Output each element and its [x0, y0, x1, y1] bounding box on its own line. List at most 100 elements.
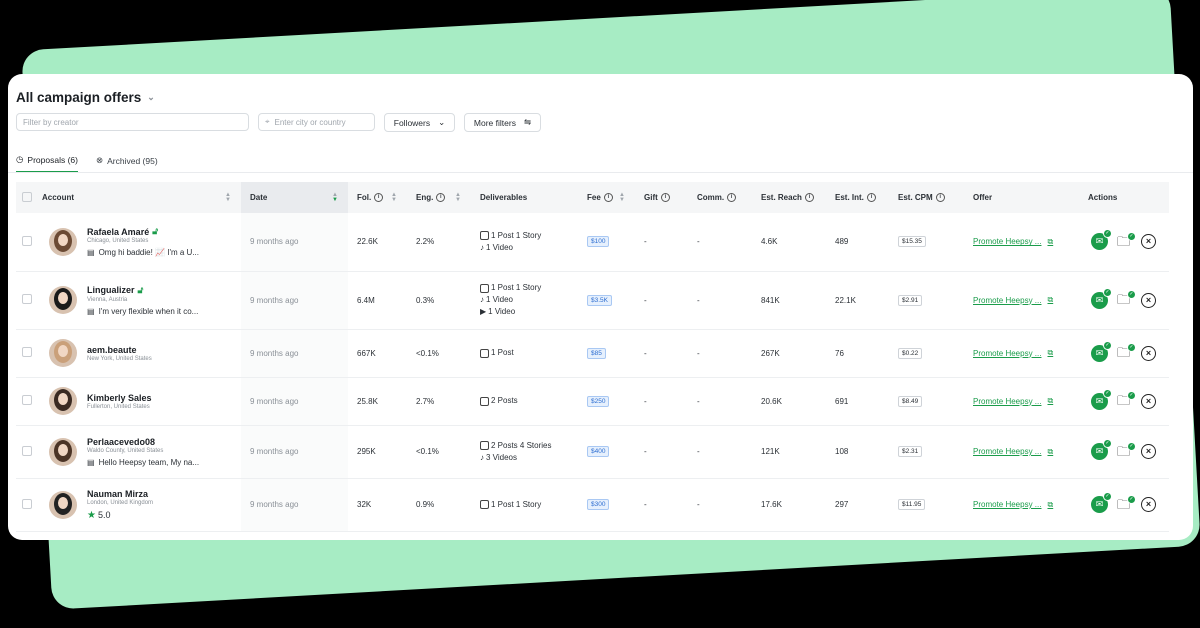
offer-link[interactable]: Promote Heepsy ... ⧉ — [964, 295, 1074, 305]
account-name[interactable]: Perlaacevedo08 — [87, 437, 199, 447]
row-checkbox[interactable] — [22, 445, 32, 456]
commission-cell: - — [688, 271, 752, 330]
info-icon[interactable]: i — [935, 193, 945, 202]
interactions-value: 297 — [835, 500, 849, 509]
col-account[interactable]: Account ▲ ▼ — [42, 182, 241, 213]
avatar[interactable] — [49, 286, 77, 314]
tab-proposals-label: Proposals (6) — [27, 154, 78, 165]
info-icon[interactable]: i — [804, 193, 814, 202]
message-preview[interactable]: ▤ Hello Heepsy team, My na... — [87, 458, 199, 467]
info-icon[interactable]: i — [374, 193, 384, 202]
decline-button[interactable]: × — [1141, 393, 1156, 409]
followers-value: 295K — [357, 447, 376, 456]
select-all-checkbox[interactable] — [22, 191, 32, 202]
offer-link[interactable]: Promote Heepsy ... ⧉ — [964, 348, 1074, 358]
col-date[interactable]: Date ▲ ▼ — [241, 182, 348, 213]
fee-cell: $85 — [578, 329, 635, 378]
decline-button[interactable]: × — [1141, 292, 1156, 308]
message-preview[interactable]: ▤ Omg hi baddie! 📈 I'm a U... — [87, 248, 199, 257]
account-name[interactable]: Nauman Mirza — [87, 489, 153, 499]
external-link-icon[interactable]: ⧉ — [1047, 237, 1053, 247]
decline-button[interactable]: × — [1141, 345, 1156, 361]
avatar[interactable] — [49, 437, 77, 466]
sort-icon[interactable]: ▲ ▼ — [225, 192, 231, 203]
engagement-cell: 2.2% — [407, 213, 471, 272]
commission-value: - — [697, 348, 700, 358]
external-link-icon[interactable]: ⧉ — [1047, 348, 1053, 358]
info-icon[interactable]: i — [660, 193, 670, 202]
table-row[interactable]: Rafaela Amaré 🔓︎ Chicago, United States ▤ O… — [16, 213, 1169, 272]
info-icon[interactable]: i — [866, 193, 876, 202]
avatar[interactable] — [49, 227, 77, 256]
offer-link[interactable]: Promote Heepsy ... ⧉ — [964, 500, 1074, 510]
chevron-down-icon[interactable]: ⌄ — [147, 92, 155, 103]
decline-button[interactable]: × — [1141, 234, 1156, 250]
account-name[interactable]: Lingualizer 🔓︎ — [87, 285, 198, 296]
account-name[interactable]: Kimberly Sales — [87, 393, 152, 403]
external-link-icon[interactable]: ⧉ — [1047, 500, 1053, 510]
offer-link[interactable]: Promote Heepsy ... ⧉ — [964, 447, 1074, 457]
send-message-button[interactable]: ✉ ✓ — [1091, 439, 1112, 460]
actions-cell: ✉ ✓ 🗀︎ ✓ × — [1074, 478, 1169, 532]
col-fee[interactable]: Fee i ▲ ▼ — [578, 182, 635, 213]
decline-button[interactable]: × — [1141, 444, 1156, 459]
account-name[interactable]: aem.beaute — [87, 345, 152, 355]
info-icon[interactable]: i — [603, 193, 613, 202]
send-message-button[interactable]: ✉ ✓ — [1091, 492, 1112, 513]
table-row[interactable]: Nauman Mirza London, United Kingdom ★ 5.0 … — [16, 478, 1169, 532]
send-message-button[interactable]: ✉ ✓ — [1091, 388, 1112, 410]
account-name[interactable]: Rafaela Amaré 🔓︎ — [87, 226, 199, 237]
row-checkbox[interactable] — [22, 395, 32, 405]
offer-link[interactable]: Promote Heepsy ... ⧉ — [964, 237, 1074, 247]
send-message-button[interactable]: ✉ ✓ — [1091, 287, 1112, 309]
decline-button[interactable]: × — [1141, 497, 1156, 512]
table-row[interactable]: Kimberly Sales Fullerton, United States … — [16, 377, 1169, 426]
sort-icon[interactable]: ▲ ▼ — [391, 192, 397, 203]
col-followers[interactable]: Fol. i ▲ ▼ — [348, 182, 407, 213]
external-link-icon[interactable]: ⧉ — [1047, 295, 1053, 305]
row-checkbox[interactable] — [22, 347, 32, 357]
sort-active-icon[interactable]: ▲ ▼ — [332, 192, 338, 203]
offer-cell: Promote Heepsy ... ⧉ — [964, 271, 1074, 330]
add-to-folder-button[interactable]: 🗀︎ ✓ — [1117, 343, 1136, 359]
row-checkbox[interactable] — [22, 498, 32, 509]
avatar[interactable] — [49, 339, 77, 367]
info-icon[interactable]: i — [436, 193, 446, 202]
add-to-folder-button[interactable]: 🗀︎ ✓ — [1117, 231, 1136, 248]
external-link-icon[interactable]: ⧉ — [1047, 396, 1053, 406]
send-message-button[interactable]: ✉ ✓ — [1091, 229, 1112, 251]
date-cell: 9 months ago — [241, 478, 348, 532]
offer-link[interactable]: Promote Heepsy ... ⧉ — [964, 396, 1074, 406]
city-filter-input[interactable]: ⌖ Enter city or country — [258, 113, 375, 131]
row-checkbox[interactable] — [22, 235, 32, 246]
table-row[interactable]: Lingualizer 🔓︎ Vienna, Austria ▤ I'm very f… — [16, 271, 1169, 330]
col-offer: Offer — [964, 182, 1074, 213]
message-preview[interactable]: ▤ I'm very flexible when it co... — [87, 307, 198, 316]
date-cell: 9 months ago — [241, 329, 348, 378]
table-row[interactable]: Perlaacevedo08 Waldo County, United Stat… — [16, 425, 1169, 479]
sort-icon[interactable]: ▲ ▼ — [455, 192, 461, 203]
page-title[interactable]: All campaign offers ⌄ — [16, 90, 155, 105]
tab-archived[interactable]: ⊗ Archived (95) — [96, 154, 158, 173]
sort-icon[interactable]: ▲ ▼ — [619, 192, 625, 203]
external-link-icon[interactable]: ⧉ — [1047, 447, 1053, 457]
add-to-folder-button[interactable]: 🗀︎ ✓ — [1117, 391, 1136, 407]
more-filters-button[interactable]: More filters ⇋ — [464, 113, 541, 132]
row-checkbox[interactable] — [22, 294, 32, 304]
account-location: Chicago, United States — [87, 238, 149, 245]
add-to-folder-button[interactable]: 🗀︎ ✓ — [1117, 494, 1136, 511]
col-engagement[interactable]: Eng. i ▲ ▼ — [407, 182, 471, 213]
avatar[interactable] — [49, 387, 77, 415]
table-row[interactable]: aem.beaute New York, United States 9 mon… — [16, 329, 1169, 378]
creator-filter-input[interactable]: Filter by creator — [16, 113, 249, 131]
send-message-button[interactable]: ✉ ✓ — [1091, 340, 1112, 362]
tab-proposals[interactable]: ◷ Proposals (6) — [16, 154, 78, 173]
avatar[interactable] — [49, 490, 77, 519]
add-to-folder-button[interactable]: 🗀︎ ✓ — [1117, 290, 1136, 306]
info-icon[interactable]: i — [727, 193, 737, 202]
creator-filter-placeholder: Filter by creator — [23, 117, 79, 127]
interactions-cell: 297 — [826, 478, 889, 532]
add-to-folder-button[interactable]: 🗀︎ ✓ — [1117, 441, 1136, 458]
engagement-cell: 0.9% — [407, 478, 471, 532]
followers-dropdown[interactable]: Followers ⌄ — [384, 113, 455, 132]
